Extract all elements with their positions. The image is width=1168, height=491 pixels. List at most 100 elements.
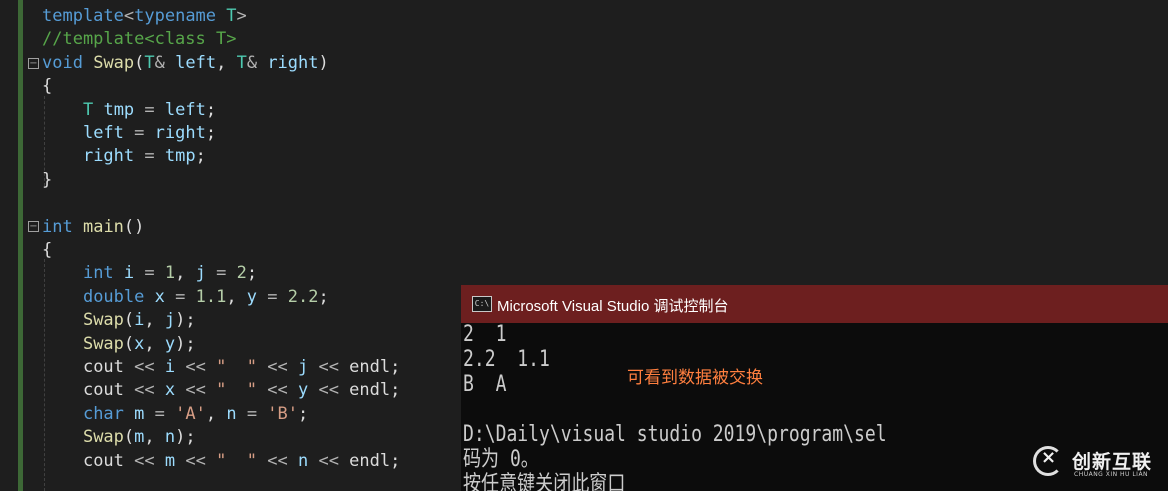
code-token: j (297, 357, 309, 377)
code-token: , (144, 333, 165, 354)
code-token: n (297, 450, 309, 471)
code-token: void (42, 52, 83, 73)
code-token: Swap (93, 52, 135, 73)
watermark-subtitle: CHUANG XIN HU LIAN (1074, 471, 1149, 478)
code-token: () (123, 216, 145, 237)
code-line[interactable]: right = tmp; (42, 145, 206, 168)
code-line[interactable]: template<typename T> (42, 5, 247, 28)
code-token: ; (390, 357, 401, 377)
console-title-bar[interactable]: C:\ Microsoft Visual Studio 调试控制台 (461, 285, 1168, 323)
code-token: Swap (82, 427, 124, 448)
code-token: 'B' (267, 403, 299, 424)
code-token: << (123, 357, 165, 377)
fold-collapse-icon[interactable]: − (28, 221, 39, 232)
code-token: ; (195, 146, 206, 167)
code-token: < (123, 6, 135, 26)
code-line[interactable]: Swap(x, y); (42, 333, 196, 356)
code-token: { (42, 76, 53, 97)
code-token: T (82, 99, 94, 120)
code-token: i (123, 263, 135, 284)
code-token: m (134, 427, 145, 448)
code-token: & (154, 52, 176, 73)
code-token: ; (205, 99, 217, 120)
code-token: << (308, 380, 350, 401)
code-token: ( (123, 427, 135, 448)
code-token: ); (175, 427, 196, 448)
code-token: x (134, 333, 145, 354)
code-line[interactable]: double x = 1.1, y = 2.2; (42, 286, 329, 309)
code-token: right (82, 146, 135, 167)
code-token: y (164, 333, 176, 354)
code-token: j (195, 263, 206, 284)
code-line[interactable]: //template<class T> (42, 28, 236, 51)
console-line: 2 1 (463, 322, 507, 347)
code-line[interactable]: Swap(m, n); (42, 426, 196, 449)
code-line[interactable]: void Swap(T& left, T& right) (42, 52, 329, 75)
code-line[interactable]: cout << m << " " << n << endl; (42, 450, 400, 473)
code-token: tmp (103, 99, 135, 120)
fold-collapse-icon[interactable]: − (28, 58, 39, 69)
code-line[interactable]: int i = 1, j = 2; (42, 262, 257, 285)
code-token: Swap (82, 310, 124, 331)
code-token: , (175, 263, 196, 284)
code-token: ; (246, 263, 258, 284)
code-token: << (175, 450, 217, 471)
code-token: cout (82, 450, 124, 471)
code-token: ); (175, 310, 196, 331)
code-token: " " (216, 450, 258, 471)
code-token: T (144, 52, 155, 73)
console-line: B A (463, 372, 507, 397)
code-line[interactable]: cout << i << " " << j << endl; (42, 356, 400, 379)
code-token: 'A' (175, 403, 206, 424)
code-line[interactable]: cout << x << " " << y << endl; (42, 379, 400, 402)
code-token: left (164, 99, 206, 120)
code-token: , (205, 403, 227, 424)
code-token: = (134, 146, 165, 167)
code-line[interactable]: { (42, 75, 52, 98)
code-line[interactable]: Swap(i, j); (42, 309, 196, 332)
code-token: n (226, 403, 237, 424)
code-line[interactable]: { (42, 239, 52, 262)
code-line[interactable]: int main() (42, 216, 144, 239)
code-token: " " (216, 357, 258, 377)
code-token: ( (123, 310, 135, 331)
code-token: tmp (164, 146, 196, 167)
code-token: right (267, 52, 319, 73)
code-token: = (236, 403, 268, 424)
code-token: , (144, 310, 165, 331)
code-token: Swap (82, 333, 124, 354)
code-token: left (82, 123, 124, 143)
code-token: ; (318, 286, 329, 307)
code-token: = (257, 286, 288, 307)
code-token: m (164, 450, 176, 471)
code-token: = (134, 99, 165, 120)
console-line: 码为 0。 (463, 447, 539, 472)
code-token: << (308, 357, 350, 377)
code-line[interactable]: char m = 'A', n = 'B'; (42, 403, 308, 426)
code-token: = (144, 403, 176, 424)
annotation-text: 可看到数据被交换 (627, 368, 763, 388)
code-token: = (205, 263, 237, 284)
code-token: > (236, 6, 247, 26)
code-token: cout (82, 357, 124, 377)
code-token: T (226, 6, 237, 26)
code-token: = (134, 263, 165, 284)
code-token: n (164, 427, 176, 448)
code-token: //template<class T> (42, 29, 237, 50)
code-token: ; (298, 403, 309, 424)
code-token: i (164, 357, 176, 377)
code-token: y (246, 286, 258, 307)
code-token: y (297, 380, 309, 401)
code-token: endl (349, 450, 391, 471)
code-line[interactable]: } (42, 169, 52, 192)
code-line[interactable]: T tmp = left; (42, 99, 216, 122)
code-token: << (257, 450, 298, 471)
code-token: char (82, 403, 124, 424)
code-line[interactable]: left = right; (42, 122, 216, 145)
change-indicator-bar (18, 0, 23, 491)
